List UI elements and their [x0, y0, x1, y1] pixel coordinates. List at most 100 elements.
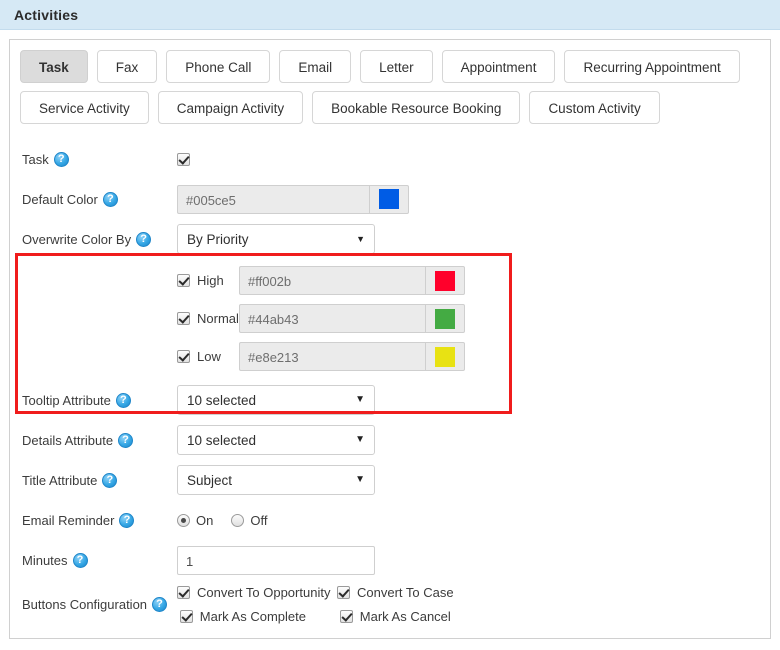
- title-attribute-label-text: Title Attribute: [22, 472, 98, 488]
- tab-label: Campaign Activity: [176, 101, 285, 116]
- help-icon[interactable]: ?: [102, 472, 118, 488]
- field-row-title-attribute: Title Attribute ? Subject ▼: [10, 465, 770, 495]
- control-buttons-configuration: Convert To Opportunity Convert To Case M…: [177, 585, 454, 624]
- priority-high-swatch-button[interactable]: [425, 266, 465, 295]
- help-icon[interactable]: ?: [152, 597, 168, 612]
- email-reminder-on-option[interactable]: On: [177, 513, 213, 528]
- control-email-reminder: On Off: [177, 513, 285, 528]
- priority-low-swatch: [435, 346, 455, 367]
- tab-recurring-appointment[interactable]: Recurring Appointment: [564, 50, 740, 83]
- priority-normal-color-input[interactable]: #44ab43: [239, 304, 425, 333]
- label-default-color: Default Color ?: [22, 191, 177, 207]
- buttons-configuration-row-1: Convert To Opportunity Convert To Case: [177, 585, 454, 600]
- default-color-label-text: Default Color: [22, 191, 98, 207]
- tab-row-1: Task Fax Phone Call Email Letter Appoint…: [20, 50, 760, 83]
- help-icon[interactable]: ?: [119, 512, 135, 528]
- priority-normal-toggle[interactable]: Normal: [177, 311, 239, 326]
- tab-fax[interactable]: Fax: [96, 50, 158, 83]
- tab-label: Phone Call: [185, 60, 252, 75]
- task-checkbox[interactable]: [177, 152, 190, 166]
- tab-phone-call[interactable]: Phone Call: [166, 50, 271, 83]
- chevron-down-icon: ▼: [356, 233, 365, 244]
- priority-row-high: High #ff002b: [10, 266, 770, 295]
- convert-to-opportunity-option[interactable]: Convert To Opportunity: [177, 585, 337, 600]
- label-task: Task ?: [22, 151, 177, 167]
- convert-to-case-checkbox[interactable]: [337, 586, 350, 599]
- help-icon[interactable]: ?: [53, 151, 69, 167]
- tooltip-attribute-select[interactable]: 10 selected ▼: [177, 385, 375, 415]
- email-reminder-on-radio[interactable]: [177, 513, 190, 527]
- label-minutes: Minutes ?: [22, 552, 177, 568]
- tab-bookable-resource-booking[interactable]: Bookable Resource Booking: [312, 91, 521, 124]
- tab-label: Custom Activity: [548, 101, 641, 116]
- tab-label: Task: [39, 60, 69, 75]
- details-attribute-select[interactable]: 10 selected ▼: [177, 425, 375, 455]
- tab-label: Fax: [115, 60, 139, 75]
- tooltip-attribute-label-text: Tooltip Attribute: [22, 392, 111, 408]
- tab-label: Email: [298, 60, 333, 75]
- mark-as-complete-checkbox[interactable]: [179, 610, 193, 623]
- tab-label: Service Activity: [39, 101, 130, 116]
- mark-as-complete-option[interactable]: Mark As Complete: [179, 609, 340, 624]
- help-icon[interactable]: ?: [102, 191, 118, 207]
- priority-low-toggle[interactable]: Low: [177, 349, 239, 364]
- priority-low-color-input[interactable]: #e8e213: [239, 342, 425, 371]
- tab-label: Bookable Resource Booking: [331, 101, 502, 116]
- tab-label: Recurring Appointment: [583, 60, 721, 75]
- title-attribute-select[interactable]: Subject ▼: [177, 465, 375, 495]
- tab-label: Letter: [379, 60, 414, 75]
- help-icon[interactable]: ?: [72, 552, 88, 568]
- overwrite-color-by-label-text: Overwrite Color By: [22, 231, 132, 247]
- help-icon[interactable]: ?: [115, 392, 131, 408]
- tab-email[interactable]: Email: [279, 50, 352, 83]
- label-tooltip-attribute: Tooltip Attribute ?: [22, 392, 177, 408]
- control-title-attribute: Subject ▼: [177, 465, 375, 495]
- default-color-input[interactable]: #005ce5: [177, 184, 369, 214]
- mark-as-cancel-option[interactable]: Mark As Cancel: [339, 609, 451, 624]
- priority-high-toggle[interactable]: High: [177, 273, 239, 288]
- tab-task[interactable]: Task: [20, 50, 88, 83]
- field-row-details-attribute: Details Attribute ? 10 selected ▼: [10, 425, 770, 455]
- tab-custom-activity[interactable]: Custom Activity: [529, 91, 660, 124]
- overwrite-color-by-select[interactable]: By Priority ▼: [177, 224, 375, 254]
- default-color-swatch: [379, 189, 399, 209]
- default-color-swatch-button[interactable]: [369, 184, 409, 214]
- priority-high-color-input[interactable]: #ff002b: [239, 266, 425, 295]
- mark-as-cancel-checkbox[interactable]: [339, 610, 353, 623]
- priority-normal-swatch-button[interactable]: [425, 304, 465, 333]
- priority-low-checkbox[interactable]: [177, 350, 190, 363]
- convert-to-opportunity-checkbox[interactable]: [177, 586, 190, 599]
- field-row-email-reminder: Email Reminder ? On Off: [10, 505, 770, 535]
- settings-card: Task Fax Phone Call Email Letter Appoint…: [9, 39, 771, 639]
- control-tooltip-attribute: 10 selected ▼: [177, 385, 375, 415]
- label-buttons-configuration: Buttons Configuration ?: [22, 597, 177, 612]
- email-reminder-on-label: On: [196, 512, 214, 528]
- panel-header: Activities: [0, 0, 780, 30]
- tab-service-activity[interactable]: Service Activity: [20, 91, 149, 124]
- priority-low-swatch-button[interactable]: [425, 342, 465, 371]
- tab-campaign-activity[interactable]: Campaign Activity: [157, 91, 304, 124]
- help-icon[interactable]: ?: [118, 432, 134, 448]
- convert-to-opportunity-label: Convert To Opportunity: [197, 585, 331, 600]
- help-icon[interactable]: ?: [136, 231, 152, 247]
- minutes-input[interactable]: 1: [177, 545, 375, 575]
- buttons-configuration-row-2: Mark As Complete Mark As Cancel: [179, 609, 451, 624]
- tooltip-attribute-value: 10 selected: [187, 392, 257, 408]
- overwrite-color-by-value: By Priority: [187, 231, 249, 247]
- priority-high-checkbox[interactable]: [177, 274, 190, 287]
- label-email-reminder: Email Reminder ?: [22, 512, 177, 528]
- tab-appointment[interactable]: Appointment: [441, 50, 556, 83]
- tab-bar: Task Fax Phone Call Email Letter Appoint…: [10, 50, 770, 124]
- priority-normal-swatch: [435, 308, 455, 329]
- title-attribute-value: Subject: [187, 472, 233, 488]
- email-reminder-off-option[interactable]: Off: [231, 513, 267, 528]
- priority-normal-checkbox[interactable]: [177, 312, 190, 325]
- tab-letter[interactable]: Letter: [360, 50, 433, 83]
- label-overwrite-color-by: Overwrite Color By ?: [22, 231, 177, 247]
- field-row-buttons-configuration: Buttons Configuration ? Convert To Oppor…: [10, 585, 770, 624]
- email-reminder-off-radio[interactable]: [231, 513, 245, 527]
- label-title-attribute: Title Attribute ?: [22, 472, 177, 488]
- mark-as-complete-label: Mark As Complete: [199, 609, 306, 624]
- convert-to-case-option[interactable]: Convert To Case: [337, 585, 454, 600]
- field-row-minutes: Minutes ? 1: [10, 545, 770, 575]
